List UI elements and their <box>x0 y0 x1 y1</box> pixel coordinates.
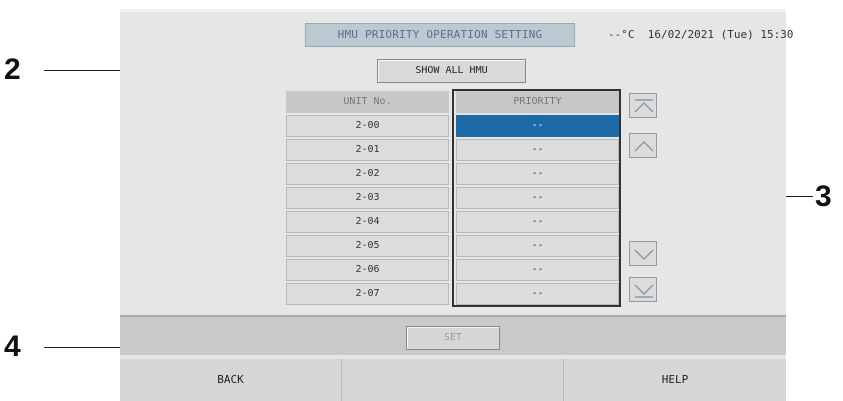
unit-cell[interactable]: 2-07 <box>286 283 449 305</box>
callout-3: 3 <box>815 180 832 213</box>
help-button[interactable]: HELP <box>564 359 786 401</box>
scroll-to-top-button[interactable] <box>629 93 657 118</box>
unit-cell[interactable]: 2-03 <box>286 187 449 209</box>
scroll-down-button[interactable] <box>629 241 657 266</box>
status-temp-datetime: --°C 16/02/2021 (Tue) 15:30 <box>608 28 794 41</box>
callout-4: 4 <box>4 330 21 363</box>
unit-cell[interactable]: 2-05 <box>286 235 449 257</box>
top-bar: HMU PRIORITY OPERATION SETTING --°C 16/0… <box>120 9 793 51</box>
unit-cell[interactable]: 2-01 <box>286 139 449 161</box>
footer-bar: BACK HELP <box>120 359 786 401</box>
chevron-down-icon <box>634 249 654 261</box>
scroll-to-bottom-icon <box>634 284 654 298</box>
unit-cell[interactable]: 2-04 <box>286 211 449 233</box>
footer-blank-button <box>342 359 564 401</box>
priority-cell[interactable]: -- <box>456 283 619 305</box>
priority-cell[interactable]: -- <box>456 139 619 161</box>
priority-cell[interactable]: -- <box>456 163 619 185</box>
priority-cell-selected[interactable]: -- <box>456 115 619 137</box>
action-band: SET <box>120 315 786 355</box>
priority-cell[interactable]: -- <box>456 211 619 233</box>
scroll-to-top-icon <box>634 99 654 113</box>
back-button[interactable]: BACK <box>120 359 342 401</box>
callout-2: 2 <box>4 53 21 86</box>
set-button[interactable]: SET <box>406 326 500 350</box>
chevron-up-icon <box>634 140 654 152</box>
unit-cell[interactable]: 2-06 <box>286 259 449 281</box>
hmu-priority-screen: HMU PRIORITY OPERATION SETTING --°C 16/0… <box>120 9 793 401</box>
unit-cell[interactable]: 2-02 <box>286 163 449 185</box>
column-header-unit: UNIT No. <box>286 91 449 113</box>
priority-cell[interactable]: -- <box>456 187 619 209</box>
priority-cell[interactable]: -- <box>456 259 619 281</box>
show-all-hmu-button[interactable]: SHOW ALL HMU <box>377 59 526 83</box>
scroll-up-button[interactable] <box>629 133 657 158</box>
page-title: HMU PRIORITY OPERATION SETTING <box>305 23 575 47</box>
column-header-priority: PRIORITY <box>456 91 619 113</box>
unit-cell[interactable]: 2-00 <box>286 115 449 137</box>
priority-cell[interactable]: -- <box>456 235 619 257</box>
scroll-to-bottom-button[interactable] <box>629 277 657 302</box>
